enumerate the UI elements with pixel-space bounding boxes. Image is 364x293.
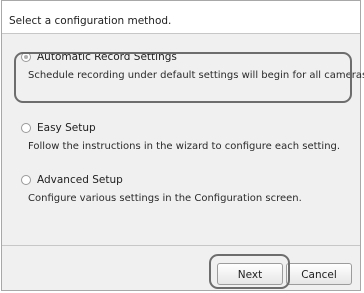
option-head[interactable]: Easy Setup (21, 121, 347, 135)
configuration-method-dialog: Select a configuration method. Automatic… (1, 0, 364, 291)
option-head[interactable]: Advanced Setup (21, 173, 347, 187)
option-advanced-setup[interactable]: Advanced Setup Configure various setting… (21, 173, 347, 204)
instruction-text: Select a configuration method. (9, 15, 172, 27)
instruction-band: Select a configuration method. (2, 1, 360, 34)
next-button[interactable]: Next (217, 263, 283, 285)
option-label[interactable]: Automatic Record Settings (37, 51, 177, 63)
option-easy-setup[interactable]: Easy Setup Follow the instructions in th… (21, 121, 347, 152)
option-label[interactable]: Easy Setup (37, 122, 96, 134)
radio-easy-setup[interactable] (21, 123, 31, 133)
options-panel: Automatic Record Settings Schedule recor… (2, 34, 364, 245)
button-bar: Next Cancel (2, 245, 360, 290)
option-label[interactable]: Advanced Setup (37, 174, 123, 186)
cancel-button[interactable]: Cancel (286, 263, 352, 285)
option-automatic-record-settings[interactable]: Automatic Record Settings Schedule recor… (21, 50, 364, 81)
radio-automatic-record-settings[interactable] (21, 52, 31, 62)
option-head[interactable]: Automatic Record Settings (21, 50, 347, 64)
option-description: Configure various settings in the Config… (28, 193, 302, 204)
option-description: Schedule recording under default setting… (28, 70, 364, 81)
option-description: Follow the instructions in the wizard to… (28, 141, 341, 152)
radio-advanced-setup[interactable] (21, 175, 31, 185)
